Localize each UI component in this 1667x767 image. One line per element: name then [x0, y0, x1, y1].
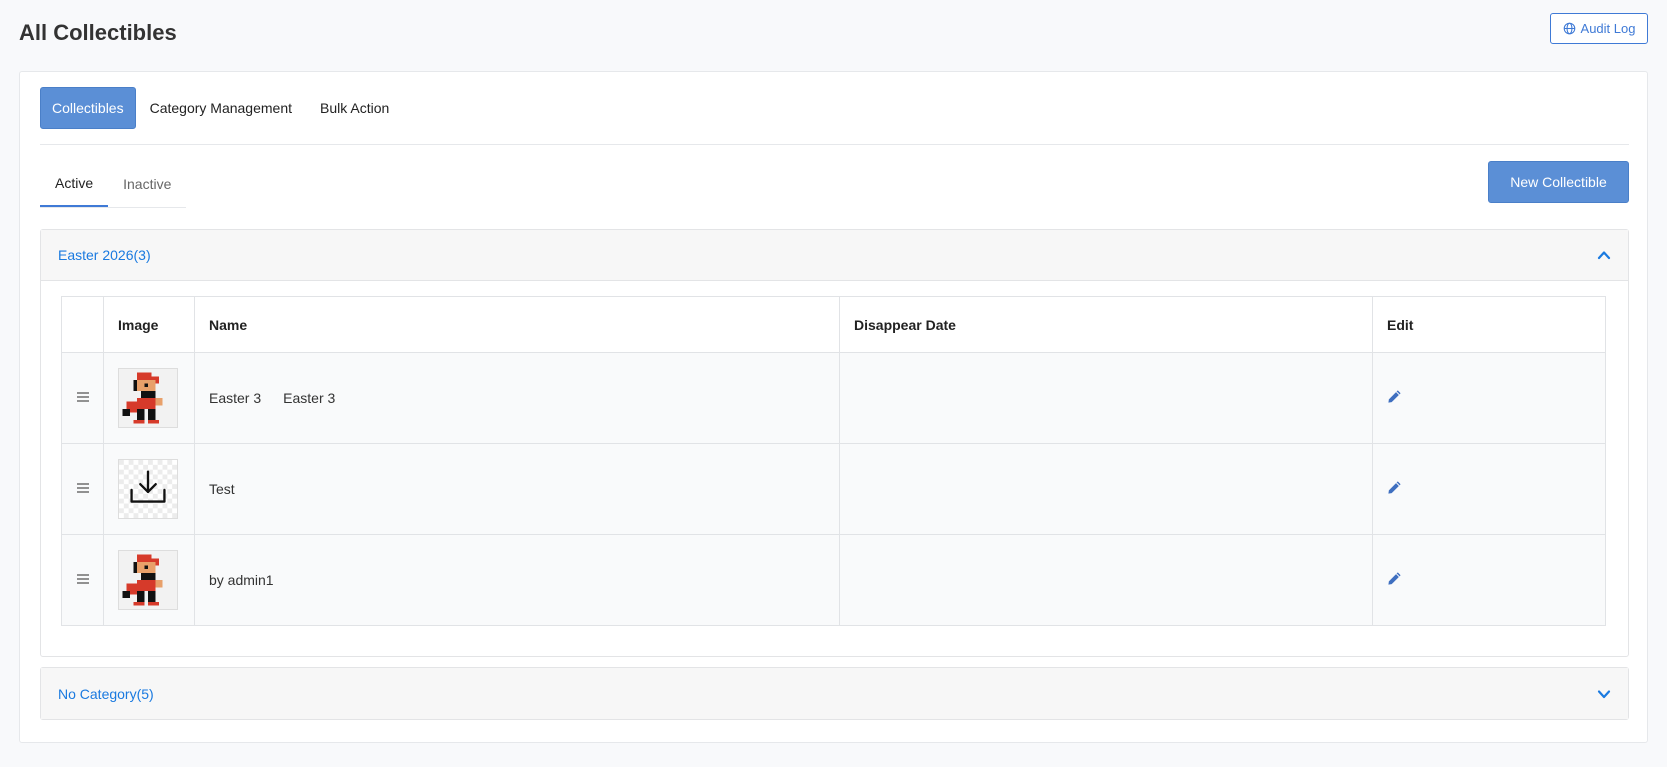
- image-cell: [103, 352, 195, 444]
- globe-icon: [1563, 22, 1575, 35]
- tab-inactive[interactable]: Inactive: [108, 160, 186, 207]
- status-tabs: Active Inactive: [40, 160, 187, 208]
- drag-handle-icon[interactable]: [76, 573, 90, 585]
- name-cell: Test: [194, 443, 840, 535]
- pencil-icon[interactable]: [1387, 480, 1402, 495]
- category-title: No Category(5): [58, 685, 154, 702]
- category-panel-easter: Easter 2026(3) Image Name Disappear Date…: [40, 229, 1629, 657]
- drag-cell: [61, 534, 104, 626]
- tab-category-management[interactable]: Category Management: [136, 87, 306, 129]
- image-cell: [103, 443, 195, 535]
- collectible-name: by admin1: [209, 572, 274, 588]
- category-header-no-category[interactable]: No Category(5): [41, 668, 1628, 719]
- name-cell: Easter 3 Easter 3: [194, 352, 840, 444]
- table-row: by admin1: [61, 534, 1606, 626]
- disappear-date-cell: [839, 352, 1373, 444]
- category-body: Image Name Disappear Date Edit Easter 3 …: [41, 281, 1628, 656]
- chevron-up-icon[interactable]: [1597, 248, 1611, 262]
- category-title: Easter 2026(3): [58, 247, 151, 263]
- drag-cell: [61, 352, 104, 444]
- table-header-row: Image Name Disappear Date Edit: [61, 296, 1606, 353]
- column-disappear-date: Disappear Date: [839, 296, 1373, 353]
- upload-placeholder-icon: [118, 459, 178, 519]
- main-tabs: Collectibles Category Management Bulk Ac…: [40, 87, 403, 129]
- disappear-date-cell: [839, 443, 1373, 535]
- pixel-raccoon-thumbnail: [118, 550, 178, 610]
- column-image: Image: [103, 296, 195, 353]
- pixel-raccoon-thumbnail: [118, 368, 178, 428]
- drag-cell: [61, 443, 104, 535]
- drag-handle-icon[interactable]: [76, 391, 90, 403]
- pencil-icon[interactable]: [1387, 389, 1402, 404]
- edit-cell: [1372, 352, 1606, 444]
- collectible-name: Easter 3: [209, 390, 262, 406]
- collectible-name-extra: Easter 3: [283, 390, 336, 406]
- collectibles-table: Image Name Disappear Date Edit Easter 3 …: [61, 296, 1606, 626]
- edit-cell: [1372, 443, 1606, 535]
- edit-cell: [1372, 534, 1606, 626]
- divider: [40, 144, 1629, 145]
- column-name: Name: [194, 296, 840, 353]
- column-drag: [61, 296, 104, 353]
- audit-log-button[interactable]: Audit Log: [1550, 13, 1648, 44]
- pencil-icon[interactable]: [1387, 571, 1402, 586]
- audit-log-label: Audit Log: [1580, 21, 1636, 36]
- tab-collectibles[interactable]: Collectibles: [40, 87, 136, 129]
- category-header-easter[interactable]: Easter 2026(3): [41, 230, 1628, 281]
- new-collectible-button[interactable]: New Collectible: [1488, 161, 1629, 203]
- name-cell: by admin1: [194, 534, 840, 626]
- collectibles-card: Collectibles Category Management Bulk Ac…: [19, 71, 1648, 743]
- collectible-name: Test: [209, 481, 235, 497]
- page-title: All Collectibles: [19, 20, 177, 45]
- table-row: Easter 3 Easter 3: [61, 352, 1606, 444]
- table-row: Test: [61, 443, 1606, 535]
- chevron-down-icon[interactable]: [1597, 687, 1611, 701]
- tab-active[interactable]: Active: [40, 160, 109, 207]
- column-edit: Edit: [1372, 296, 1606, 353]
- tab-bulk-action[interactable]: Bulk Action: [306, 87, 403, 129]
- drag-handle-icon[interactable]: [76, 482, 90, 494]
- category-panel-no-category: No Category(5): [40, 667, 1629, 720]
- disappear-date-cell: [839, 534, 1373, 626]
- image-cell: [103, 534, 195, 626]
